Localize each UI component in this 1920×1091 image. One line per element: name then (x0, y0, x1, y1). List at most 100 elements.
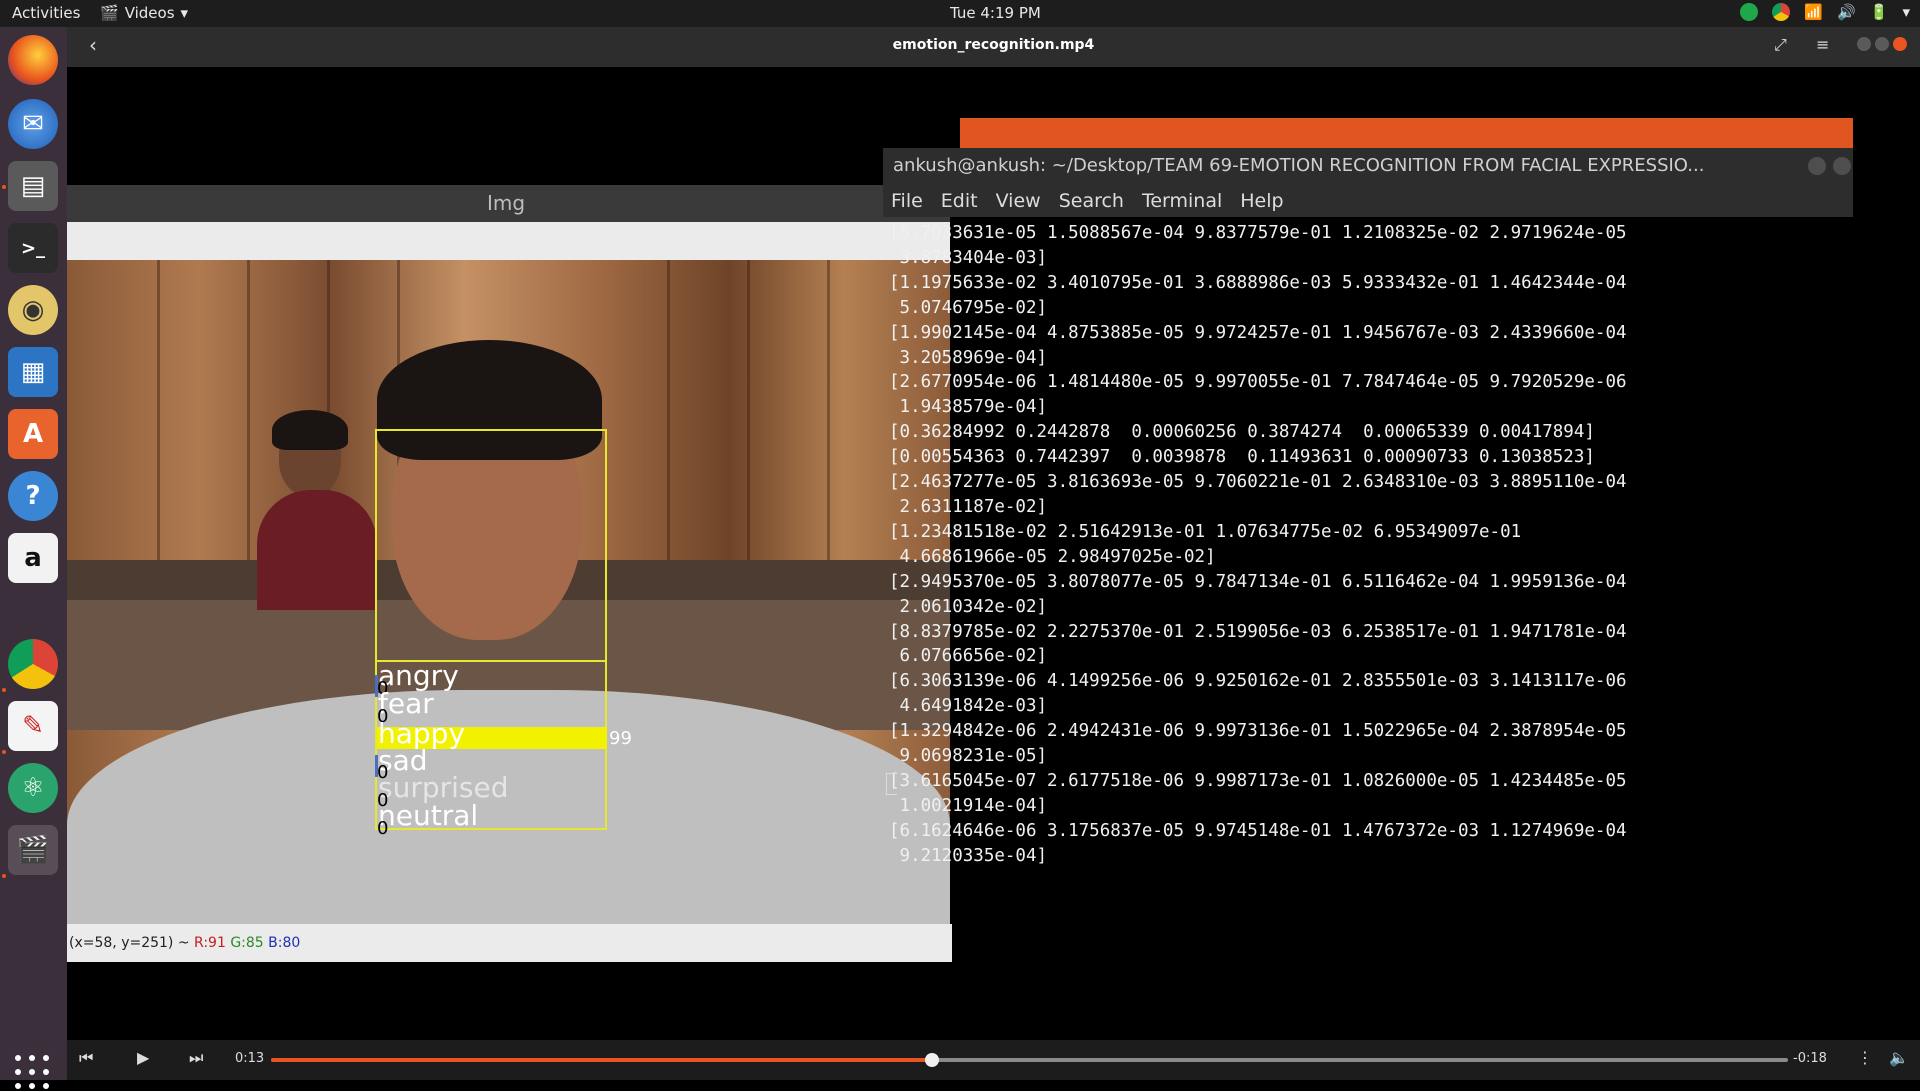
terminal-line: 4.66861966e-05 2.98497025e-02] (889, 546, 1216, 567)
terminal-cursor (886, 773, 897, 795)
terminal-line: [1.3294842e-06 2.4942431e-06 9.9973136e-… (889, 721, 1627, 742)
face-detection-box (375, 429, 607, 662)
emotion-label-neutral: neutral (378, 799, 479, 832)
img-toolbar (67, 222, 950, 260)
menu-terminal[interactable]: Terminal (1142, 190, 1222, 212)
chrome-icon[interactable] (8, 639, 58, 689)
terminal-line: 5.0746795e-02] (889, 297, 1048, 318)
progress-knob[interactable] (925, 1053, 940, 1067)
files-icon[interactable]: ▤ (8, 161, 58, 211)
video-title: emotion_recognition.mp4 (892, 37, 1095, 53)
app-menu-label: Videos (124, 4, 175, 22)
menu-edit[interactable]: Edit (941, 190, 978, 212)
amazon-icon[interactable]: a (8, 533, 58, 583)
terminal-line: [6.1624646e-06 3.1756837e-05 9.9745148e-… (889, 820, 1627, 841)
show-applications-icon[interactable] (15, 1055, 51, 1091)
system-tray[interactable]: 📶 🔊 🔋 ▾ (1740, 3, 1910, 21)
terminal-line: 1.9438579e-04] (889, 397, 1048, 418)
terminal-line: [0.00554363 0.7442397 0.0039878 0.114936… (889, 447, 1595, 468)
rhythmbox-icon[interactable]: ◉ (8, 285, 58, 335)
progress-fill (271, 1058, 933, 1062)
volume-icon[interactable]: 🔊 (1837, 3, 1856, 21)
dock: ✉ ▤ >_ ◉ ▦ A ? a ✎ ⚛ 🎬 (0, 27, 67, 1089)
volume-icon[interactable]: 🔈 (1889, 1048, 1909, 1067)
terminal-line: [1.23481518e-02 2.51642913e-01 1.0763477… (889, 521, 1522, 542)
terminal-line: [2.6770954e-06 1.4814480e-05 9.9970055e-… (889, 372, 1627, 393)
terminal-line: [5.7033631e-05 1.5088567e-04 9.8377579e-… (889, 223, 1627, 243)
terminal-line: [3.6165045e-07 2.6177518e-06 9.9987173e-… (889, 770, 1627, 791)
img-titlebar: Img (67, 185, 950, 222)
chrome-tray-icon[interactable] (1772, 3, 1791, 21)
terminal-line: 9.2120335e-04] (889, 845, 1048, 866)
terminal-line: [8.8379785e-02 2.2275370e-01 2.5199056e-… (889, 621, 1627, 642)
terminal-close-button[interactable] (1833, 157, 1851, 175)
emotion-value-neutral: 0 (377, 818, 389, 839)
terminal-titlebar: ankush@ankush: ~/Desktop/TEAM 69-EMOTION… (883, 148, 1853, 185)
hamburger-menu-icon[interactable]: ≡ (1816, 35, 1829, 54)
clock[interactable]: Tue 4:19 PM (950, 4, 1041, 22)
remaining-time: -0:18 (1793, 1051, 1827, 1066)
more-options-icon[interactable]: ⋮ (1857, 1048, 1873, 1067)
close-button[interactable] (1893, 37, 1907, 51)
atom-icon[interactable]: ⚛ (8, 763, 58, 813)
maximize-button[interactable] (1875, 37, 1889, 51)
terminal-line: 9.0698231e-05] (889, 746, 1048, 767)
firefox-icon[interactable] (8, 35, 58, 85)
terminal-menubar: File Edit View Search Terminal Help (883, 185, 1853, 217)
terminal-line: 2.6311187e-02] (889, 496, 1048, 517)
chevron-down-icon[interactable]: ▾ (1902, 3, 1910, 21)
app-menu[interactable]: 🎬 Videos ▾ (100, 4, 188, 22)
activities-button[interactable]: Activities (12, 4, 80, 22)
software-center-icon[interactable]: A (8, 409, 58, 459)
status-red: R:91 (194, 935, 226, 951)
videos-icon[interactable]: 🎬 (8, 825, 58, 875)
terminal-title: ankush@ankush: ~/Desktop/TEAM 69-EMOTION… (893, 155, 1705, 176)
emotion-value-happy: 99 (609, 728, 632, 749)
player-header: ‹ emotion_recognition.mp4 ⤢ ≡ (67, 27, 1920, 67)
status-blue: B:80 (268, 935, 301, 951)
terminal-line: 4.6491842e-03] (889, 696, 1048, 717)
top-bar: Activities 🎬 Videos ▾ Tue 4:19 PM 📶 🔊 🔋 … (0, 0, 1920, 27)
help-icon[interactable]: ? (8, 471, 58, 521)
terminal-line: [2.9495370e-05 3.8078077e-05 9.7847134e-… (889, 571, 1627, 592)
playback-controls: ⏮ ▶ ⏭ 0:13 -0:18 ⋮ 🔈 (67, 1040, 1920, 1080)
minimize-button[interactable] (1857, 37, 1871, 51)
menu-help[interactable]: Help (1240, 190, 1283, 212)
fullscreen-icon[interactable]: ⤢ (1774, 35, 1787, 55)
terminal-line: 3.2058969e-04] (889, 347, 1048, 368)
terminal-icon[interactable]: >_ (8, 223, 58, 273)
previous-icon[interactable]: ⏮ (79, 1048, 93, 1068)
terminal-line: 3.8783404e-03] (889, 247, 1048, 268)
terminal-line: 6.0766656e-02] (889, 646, 1048, 667)
menu-search[interactable]: Search (1059, 190, 1124, 212)
img-status-bar: (x=58, y=251) ~ R:91 G:85 B:80 (67, 924, 952, 962)
progress-slider[interactable] (271, 1053, 1788, 1067)
terminal-line: [1.9902145e-04 4.8753885e-05 9.9724257e-… (889, 322, 1627, 343)
status-coordinates: (x=58, y=251) ~ (69, 935, 190, 951)
menu-view[interactable]: View (996, 190, 1041, 212)
emotion-label-surprised: surprised (378, 771, 509, 804)
thunderbird-icon[interactable]: ✉ (8, 99, 58, 149)
terminal-minimize-button[interactable] (1808, 157, 1826, 175)
img-window: Img angry 0 fear 0 happy 99 sad 0 surpri… (67, 185, 952, 962)
emotion-label-angry: angry (378, 659, 459, 692)
clapperboard-icon: 🎬 (100, 4, 119, 22)
terminal-line: [1.1975633e-02 3.4010795e-01 3.6888986e-… (889, 272, 1627, 293)
next-icon[interactable]: ⏭ (189, 1048, 203, 1068)
battery-icon[interactable]: 🔋 (1870, 3, 1889, 21)
play-icon[interactable]: ▶ (137, 1048, 149, 1067)
background-window-strip (960, 118, 1853, 148)
menu-file[interactable]: File (891, 190, 923, 212)
document-viewer-icon[interactable]: ✎ (8, 701, 58, 751)
img-window-title: Img (487, 191, 526, 215)
webcam-image[interactable]: angry 0 fear 0 happy 99 sad 0 surprised … (67, 260, 950, 924)
green-status-icon[interactable] (1740, 3, 1759, 21)
wifi-icon[interactable]: 📶 (1804, 3, 1823, 21)
terminal-line: 2.0610342e-02] (889, 596, 1048, 617)
terminal-line: [2.4637277e-05 3.8163693e-05 9.7060221e-… (889, 472, 1627, 493)
writer-icon[interactable]: ▦ (8, 347, 58, 397)
terminal-line: [6.3063139e-06 4.1499256e-06 9.9250162e-… (889, 671, 1627, 692)
terminal-output[interactable]: [5.7033631e-05 1.5088567e-04 9.8377579e-… (883, 221, 1859, 866)
terminal-line: 1.0021914e-04] (889, 795, 1048, 816)
status-green: G:85 (230, 935, 264, 951)
